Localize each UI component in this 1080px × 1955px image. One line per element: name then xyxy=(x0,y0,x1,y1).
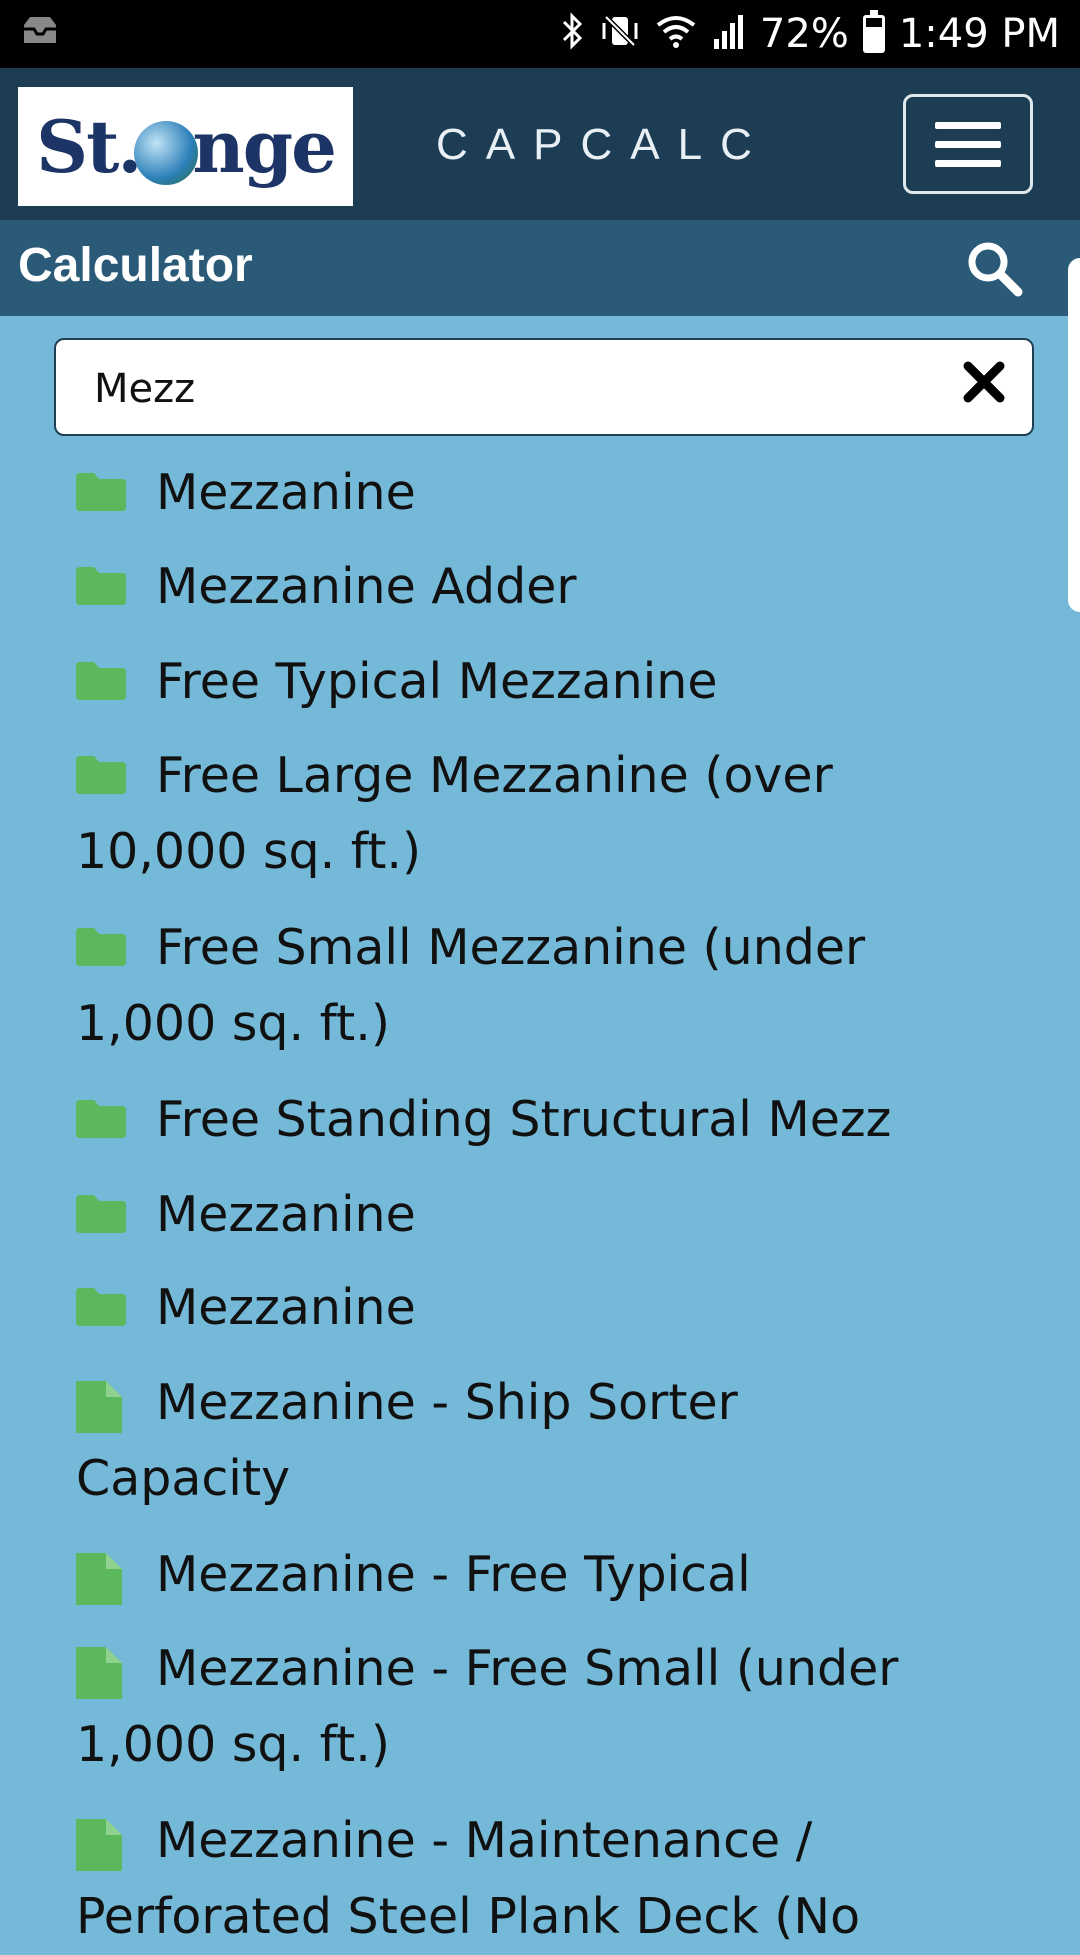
menu-bar-icon xyxy=(935,159,1001,167)
file-icon xyxy=(76,1819,126,1871)
bluetooth-icon xyxy=(560,11,586,58)
status-bar: 72% 1:49 PM xyxy=(0,0,1080,68)
globe-icon xyxy=(134,121,199,185)
list-item-label: Mezzanine - Ship Sorter Capacity xyxy=(76,1374,738,1507)
list-item[interactable]: Mezzanine Adder xyxy=(76,549,916,625)
list-item[interactable]: Mezzanine - Free Small (under 1,000 sq. … xyxy=(76,1631,916,1783)
scrollbar[interactable] xyxy=(1068,258,1080,612)
search-input-container xyxy=(54,338,1034,436)
search-icon[interactable] xyxy=(964,238,1024,298)
notification-tray-icon xyxy=(20,15,60,54)
list-item-label: Mezzanine - Free Small (under 1,000 sq. … xyxy=(76,1640,899,1773)
list-item[interactable]: Free Small Mezzanine (under 1,000 sq. ft… xyxy=(76,910,916,1062)
list-item[interactable]: Mezzanine - Free Typical xyxy=(76,1537,916,1613)
hamburger-menu-button[interactable] xyxy=(903,94,1033,194)
company-logo[interactable]: St. nge xyxy=(18,87,353,206)
list-item-label: Free Standing Structural Mezz xyxy=(156,1091,892,1148)
list-item-label: Mezzanine - Free Typical xyxy=(156,1546,751,1603)
list-item-label: Mezzanine xyxy=(156,464,416,521)
menu-bar-icon xyxy=(935,140,1001,148)
list-item[interactable]: Free Typical Mezzanine xyxy=(76,644,916,720)
list-item[interactable]: Mezzanine - Ship Sorter Capacity xyxy=(76,1365,916,1517)
list-item[interactable]: Free Large Mezzanine (over 10,000 sq. ft… xyxy=(76,738,916,890)
search-input[interactable] xyxy=(92,360,946,418)
list-item[interactable]: Mezzanine xyxy=(76,1177,916,1253)
list-item-label: Free Large Mezzanine (over 10,000 sq. ft… xyxy=(76,747,833,880)
folder-icon xyxy=(76,471,126,511)
logo-text: St. nge xyxy=(36,104,337,189)
folder-icon xyxy=(76,1286,126,1326)
list-item-label: Mezzanine - Maintenance / Perforated Ste… xyxy=(76,1812,861,1945)
list-item-label: Mezzanine xyxy=(156,1279,416,1336)
folder-icon xyxy=(76,754,126,794)
app-title: CAPCALC xyxy=(436,120,770,169)
list-item-label: Mezzanine Adder xyxy=(156,558,577,615)
app-header: St. nge CAPCALC xyxy=(0,68,1080,220)
vibrate-mute-icon xyxy=(600,11,640,58)
list-item-label: Free Typical Mezzanine xyxy=(156,653,718,710)
wifi-icon xyxy=(654,11,698,58)
folder-icon xyxy=(76,1193,126,1233)
battery-icon xyxy=(862,10,885,53)
section-bar: Calculator xyxy=(0,220,1080,316)
file-icon xyxy=(76,1647,126,1699)
folder-icon xyxy=(76,926,126,966)
file-icon xyxy=(76,1553,126,1605)
clock: 1:49 PM xyxy=(898,11,1060,57)
list-item[interactable]: Free Standing Structural Mezz xyxy=(76,1082,916,1158)
file-icon xyxy=(76,1381,126,1433)
folder-icon xyxy=(76,660,126,700)
folder-icon xyxy=(76,1098,126,1138)
list-item-label: Mezzanine xyxy=(156,1186,416,1243)
menu-bar-icon xyxy=(935,121,1001,129)
list-item-selected[interactable]: Mezzanine xyxy=(45,1270,1035,1364)
battery-percent: 72% xyxy=(759,11,849,57)
list-item[interactable]: Mezzanine - Maintenance / Perforated Ste… xyxy=(76,1803,916,1955)
clear-search-icon[interactable] xyxy=(962,360,1006,404)
list-item[interactable]: Mezzanine xyxy=(76,455,916,531)
signal-icon xyxy=(712,11,746,58)
list-item-label: Free Small Mezzanine (under 1,000 sq. ft… xyxy=(76,919,866,1052)
folder-icon xyxy=(76,565,126,605)
page-title: Calculator xyxy=(18,239,253,292)
